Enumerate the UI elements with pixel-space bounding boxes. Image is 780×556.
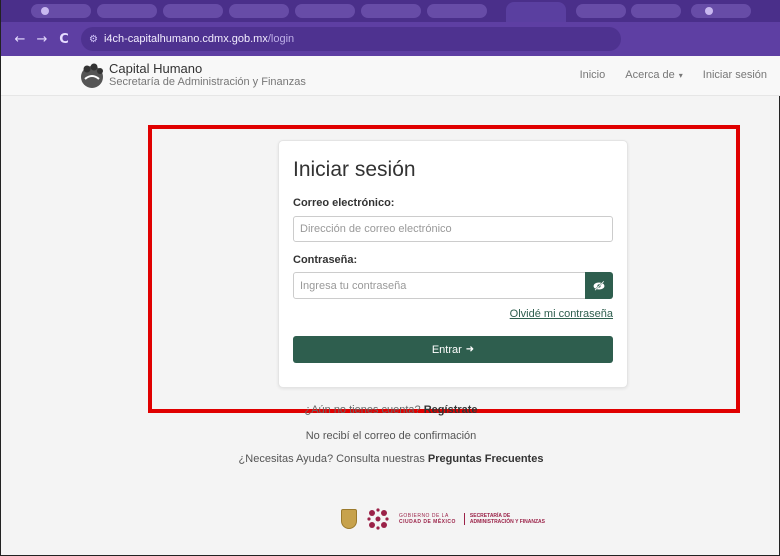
submit-label: Entrar	[431, 343, 462, 356]
url-host: i4ch-capitalhumano.cdmx.gob.mx	[103, 33, 268, 45]
back-arrow-icon[interactable]: ←	[9, 32, 31, 47]
caret-down-icon: ▾	[678, 71, 683, 80]
nav-menu: Inicio Acerca de ▾ Iniciar sesión	[580, 69, 767, 81]
cdmx-coat-of-arms-icon	[341, 509, 357, 529]
sec-line2: ADMINISTRACIÓN Y FINANZAS	[469, 519, 546, 525]
nav-link-inicio[interactable]: Inicio	[580, 69, 606, 81]
capital-humano-logo-icon	[79, 63, 105, 89]
nav-link-acerca-label: Acerca de	[625, 69, 675, 81]
faq-link[interactable]: Preguntas Frecuentes	[428, 453, 544, 465]
nav-link-acerca-de[interactable]: Acerca de ▾	[625, 69, 683, 81]
eye-slash-icon	[593, 280, 605, 291]
browser-tab-active[interactable]	[506, 2, 566, 22]
register-prompt: ¿Aún no tienes cuenta? Regístrate	[1, 404, 780, 416]
email-label: Correo electrónico:	[293, 197, 395, 209]
register-link[interactable]: Regístrate	[424, 404, 478, 416]
help-prefix: ¿Necesitas Ayuda? Consulta nuestras	[238, 453, 425, 465]
resend-confirmation-link[interactable]: No recibí el correo de confirmación	[1, 430, 780, 442]
site-navbar: Capital Humano Secretaría de Administrac…	[1, 56, 780, 96]
cdmx-emblem-icon	[365, 506, 391, 532]
email-field[interactable]	[293, 216, 613, 242]
url-path: /login	[267, 33, 295, 45]
browser-tab[interactable]	[163, 4, 223, 18]
tab-favicon-icon	[41, 7, 49, 15]
site-settings-icon[interactable]: ⚙	[89, 34, 98, 45]
url-field[interactable]: ⚙ i4ch-capitalhumano.cdmx.gob.mx/login	[81, 27, 621, 51]
brand-subtitle: Secretaría de Administración y Finanzas	[109, 76, 306, 88]
secretaria-wordmark: SECRETARÍA DE ADMINISTRACIÓN Y FINANZAS	[463, 513, 546, 525]
browser-tab[interactable]	[31, 4, 91, 18]
nav-link-iniciar-sesion[interactable]: Iniciar sesión	[703, 69, 767, 81]
password-label: Contraseña:	[293, 254, 358, 266]
register-prefix: ¿Aún no tienes cuenta?	[304, 404, 421, 416]
browser-tab[interactable]	[631, 4, 681, 18]
browser-tab[interactable]	[361, 4, 421, 18]
footer-logos: GOBIERNO DE LA CIUDAD DE MÉXICO SECRETAR…	[341, 506, 545, 532]
browser-tab-strip	[1, 0, 780, 22]
browser-tab[interactable]	[295, 4, 355, 18]
gobierno-cdmx-wordmark: GOBIERNO DE LA CIUDAD DE MÉXICO	[399, 513, 456, 525]
login-card: Iniciar sesión Correo electrónico: Contr…	[278, 140, 628, 388]
forgot-password-link[interactable]: Olvidé mi contraseña	[510, 308, 613, 320]
forward-arrow-icon[interactable]: →	[31, 32, 53, 47]
help-line: ¿Necesitas Ayuda? Consulta nuestras Preg…	[1, 453, 780, 465]
brand-title: Capital Humano	[109, 61, 203, 76]
gob-line2: CIUDAD DE MÉXICO	[399, 519, 456, 525]
browser-tab[interactable]	[427, 4, 487, 18]
toggle-password-visibility-button[interactable]	[585, 272, 613, 299]
browser-tab[interactable]	[229, 4, 289, 18]
browser-tab[interactable]	[691, 4, 751, 18]
browser-tab[interactable]	[576, 4, 626, 18]
browser-tab[interactable]	[97, 4, 157, 18]
password-field[interactable]	[293, 272, 586, 299]
brand-link[interactable]: Capital Humano Secretaría de Administrac…	[79, 62, 306, 89]
login-title: Iniciar sesión	[293, 158, 416, 181]
tab-favicon-icon	[705, 7, 713, 15]
submit-login-button[interactable]: Entrar ➜	[293, 336, 613, 363]
reload-icon[interactable]: C	[53, 32, 75, 47]
sign-in-icon: ➜	[465, 344, 475, 355]
browser-address-bar: ← → C ⚙ i4ch-capitalhumano.cdmx.gob.mx/l…	[1, 22, 780, 56]
